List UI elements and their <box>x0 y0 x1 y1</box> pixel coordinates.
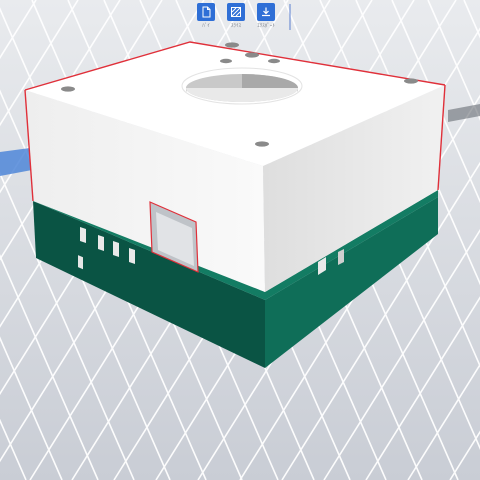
slice-tool-label: ｽﾗｲｽ <box>230 23 241 29</box>
slice-tool-button[interactable]: ｽﾗｲｽ <box>225 3 247 29</box>
slice-icon <box>227 3 245 21</box>
new-tool-label: ﾊﾞｲ <box>202 23 210 29</box>
toolbar: ﾊﾞｲ ｽﾗｲｽ ｴｸｽﾎﾟｰﾄ <box>195 3 277 29</box>
page-icon <box>197 3 215 21</box>
download-icon <box>257 3 275 21</box>
export-tool-label: ｴｸｽﾎﾟｰﾄ <box>257 23 275 29</box>
3d-viewport[interactable]: ﾊﾞｲ ｽﾗｲｽ ｴｸｽﾎﾟｰﾄ <box>0 0 480 480</box>
new-tool-button[interactable]: ﾊﾞｲ <box>195 3 217 29</box>
build-plate-scene[interactable] <box>0 0 480 480</box>
export-tool-button[interactable]: ｴｸｽﾎﾟｰﾄ <box>255 3 277 29</box>
